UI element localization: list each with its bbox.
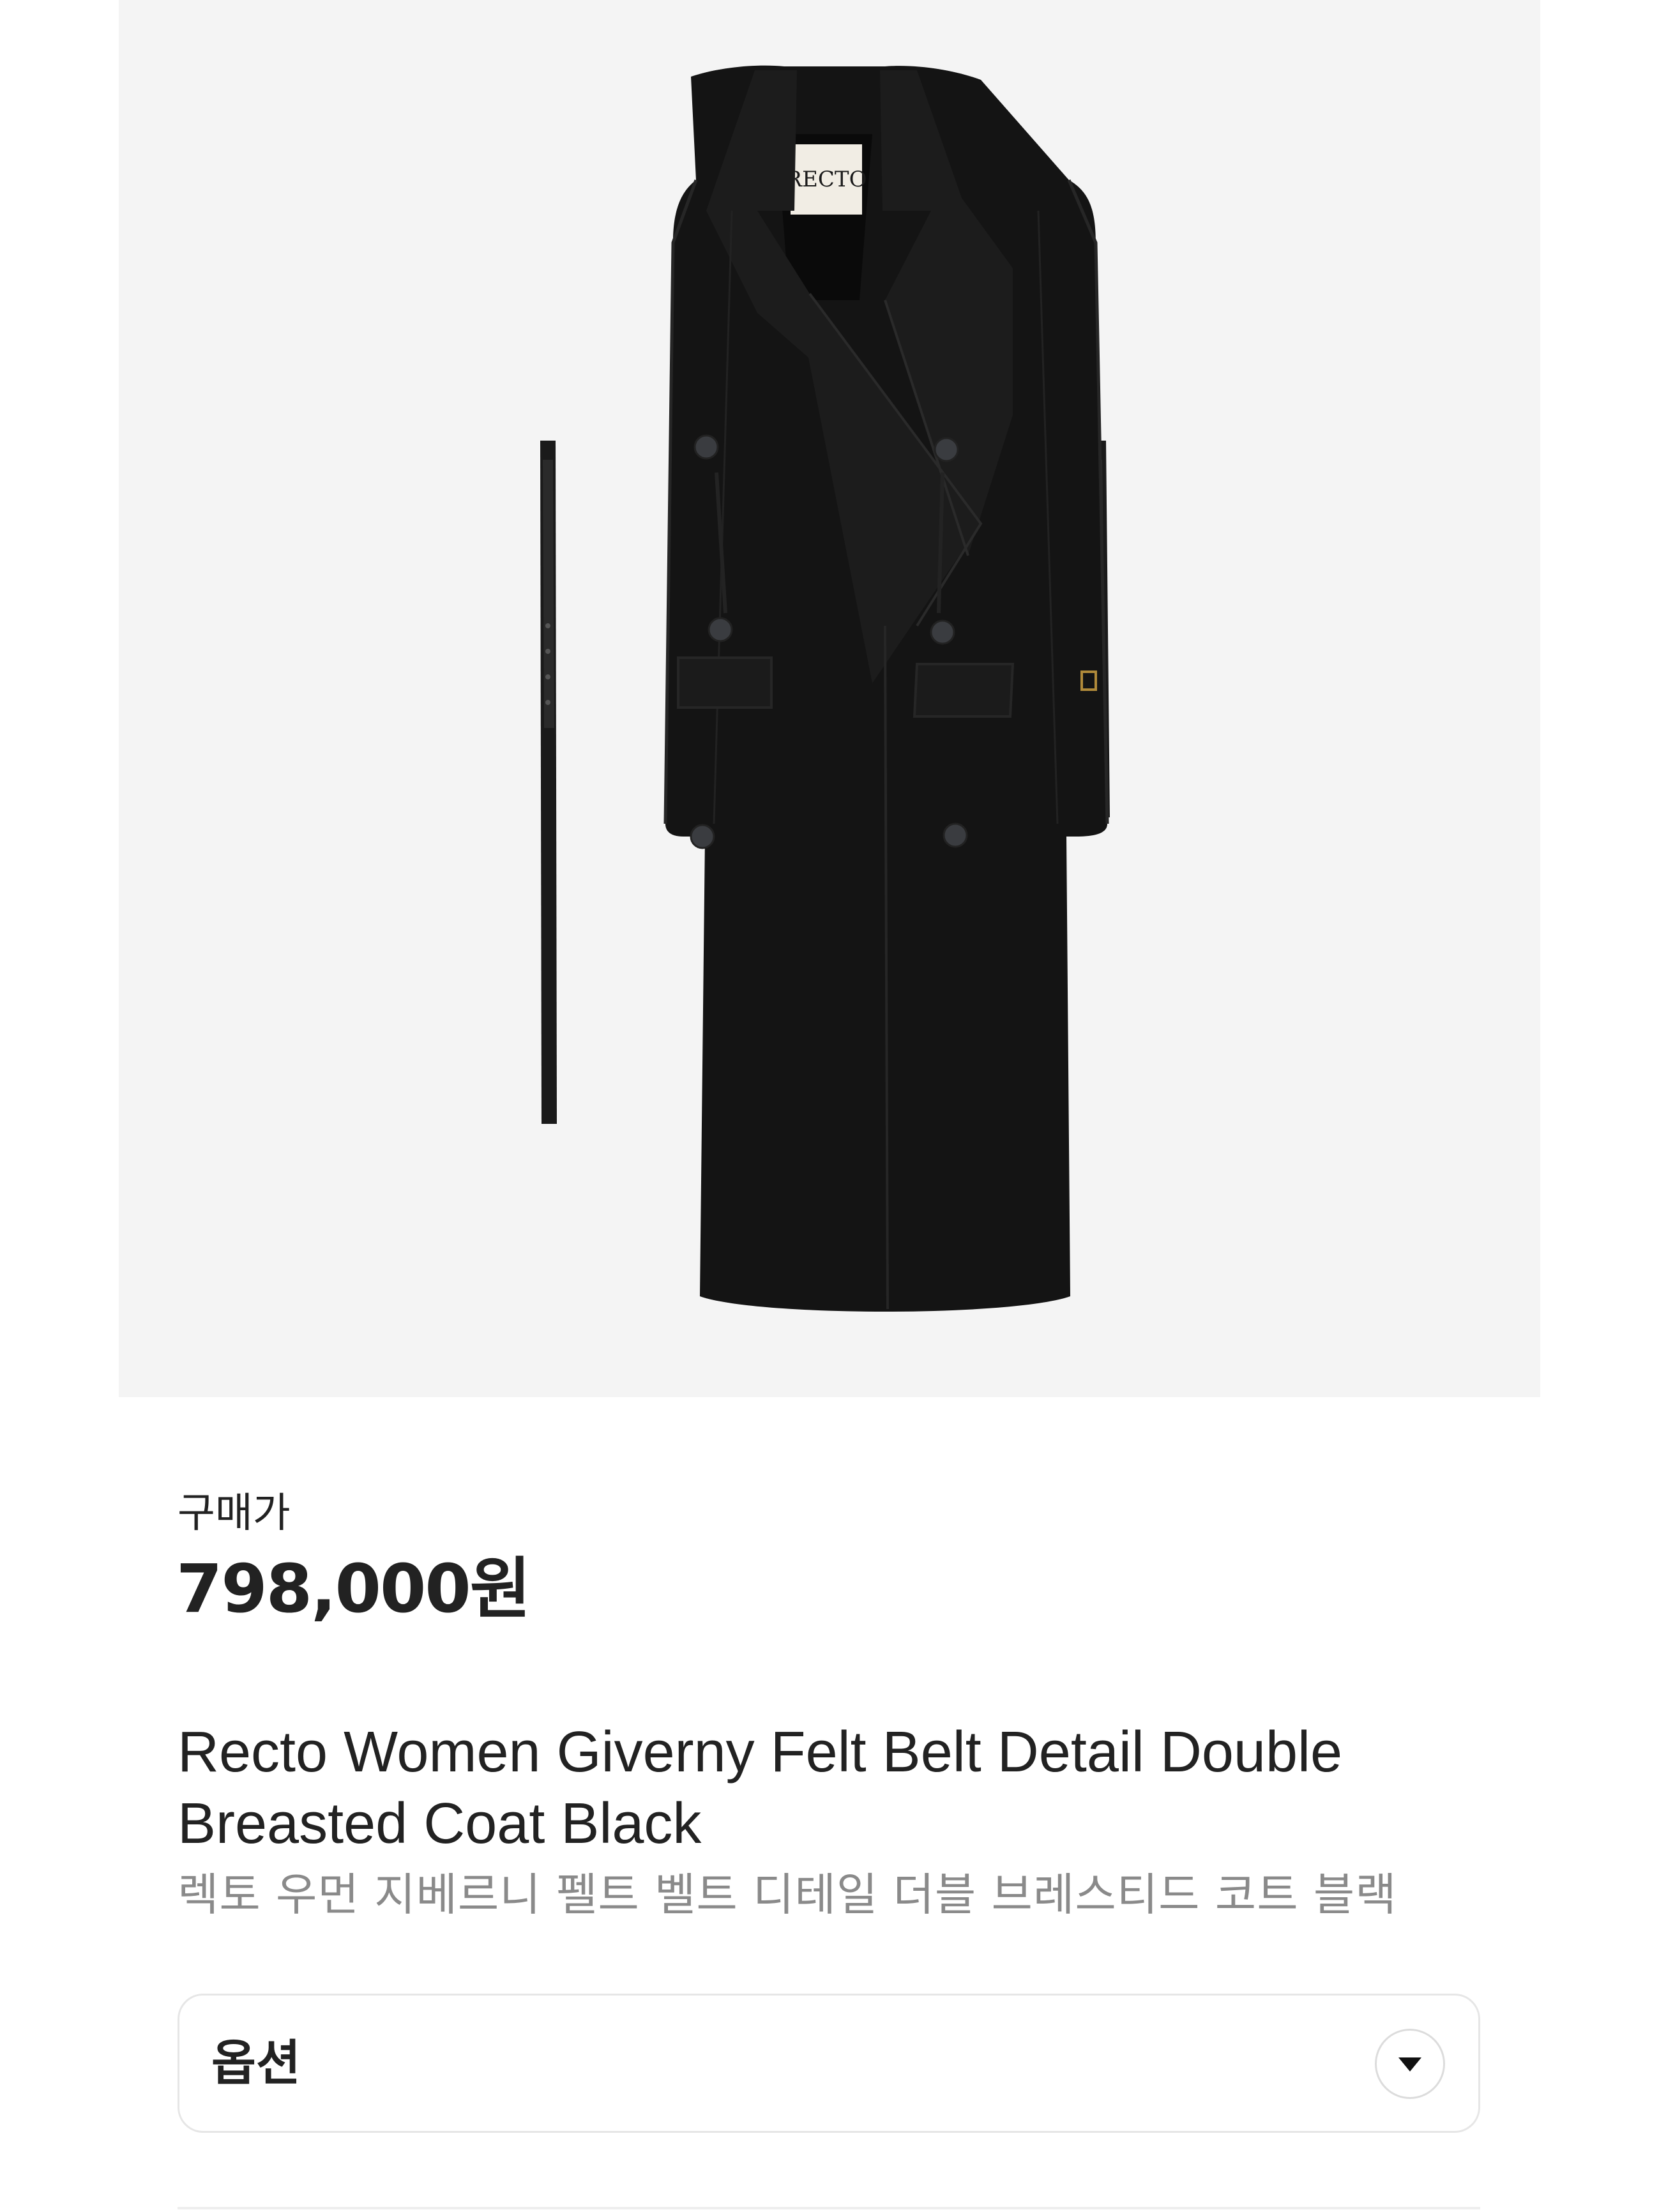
chevron-down-icon[interactable] — [1375, 2029, 1445, 2099]
product-detail-page: RECTO 구매가 798,000원 Recto Women Giverny F… — [0, 0, 1659, 2212]
product-image[interactable]: RECTO — [119, 0, 1540, 1397]
coat-brand-tag: RECTO — [786, 167, 867, 192]
option-select[interactable]: 옵션 — [178, 1994, 1480, 2133]
price-label: 구매가 — [178, 1490, 291, 1537]
price-value: 798,000원 — [176, 1550, 531, 1628]
section-divider — [178, 2207, 1480, 2209]
product-title: Recto Women Giverny Felt Belt Detail Dou… — [178, 1720, 1343, 1856]
coat-illustration: RECTO — [540, 65, 1110, 1312]
option-label: 옵션 — [211, 2034, 301, 2091]
product-title-korean: 렉토 우먼 지베르니 펠트 벨트 디테일 더블 브레스티드 코트 블랙 — [178, 1868, 1397, 1921]
